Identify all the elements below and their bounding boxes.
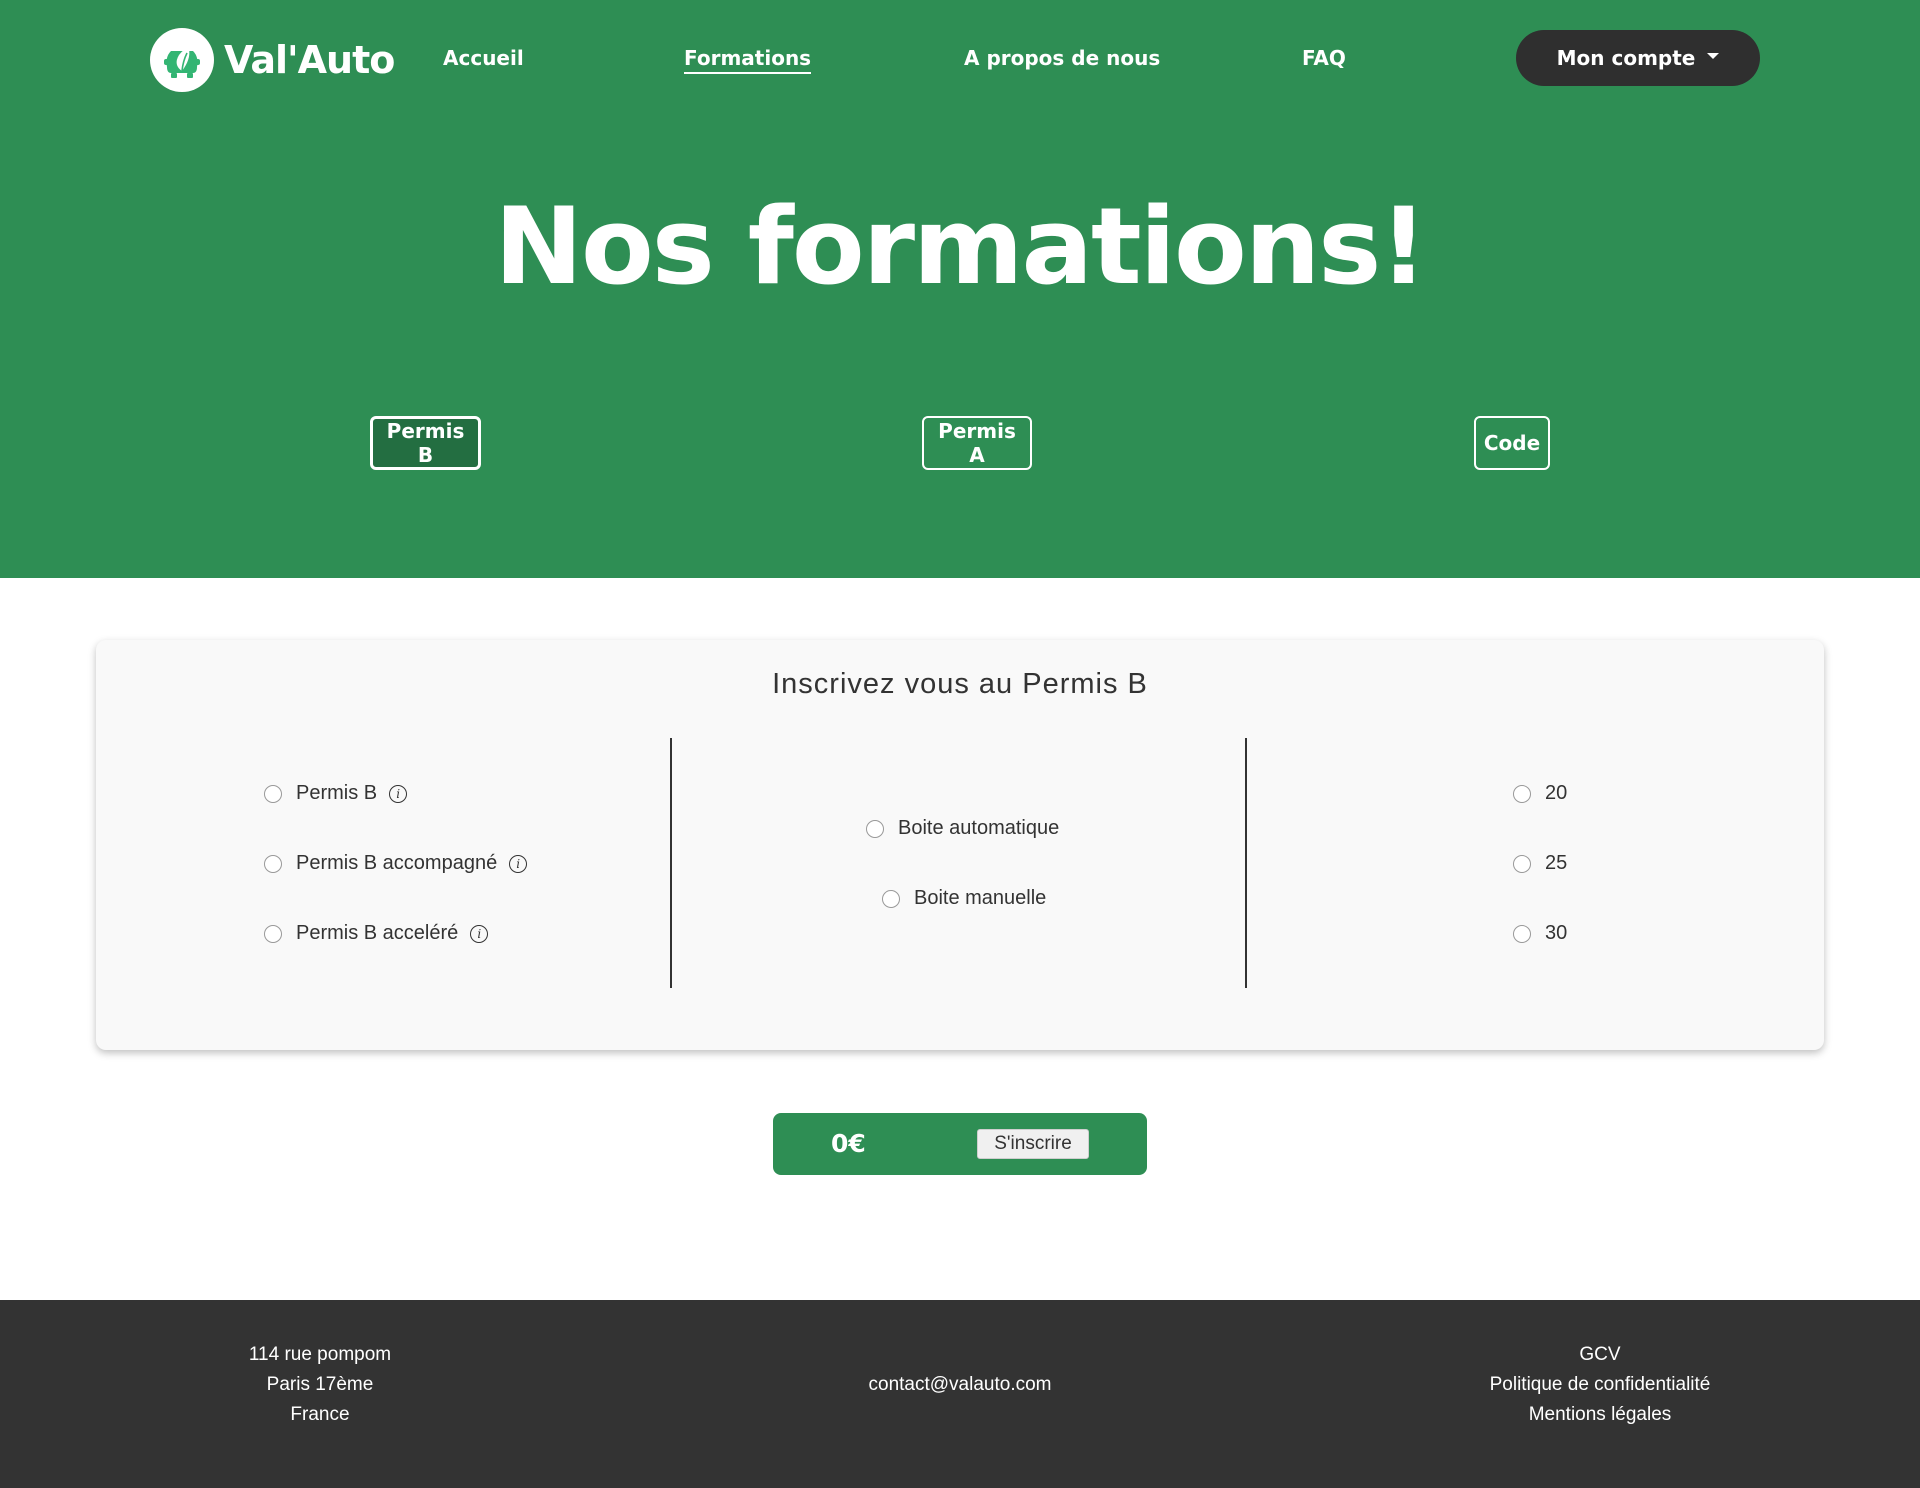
brand-name: Val'Auto [224,38,395,82]
page-title: Nos formations! [494,185,1427,308]
option-label: 25 [1545,852,1568,874]
contact-email-link[interactable]: contact@valauto.com [760,1370,1160,1400]
option-label: Boite manuelle [914,887,1047,909]
option-label: Permis B [296,782,378,804]
footer-link-legal[interactable]: Mentions légales [1440,1400,1760,1430]
radio-hours-20[interactable] [1513,784,1531,803]
info-icon[interactable]: i [389,784,408,803]
account-menu-button[interactable]: Mon compte [1516,30,1760,86]
option-label: Permis B acceléré [296,922,459,944]
nav-accueil[interactable]: Accueil [443,46,524,70]
footer-link-gcv[interactable]: GCV [1440,1340,1760,1370]
radio-hours-25[interactable] [1513,854,1531,873]
footer-contact: contact@valauto.com [760,1370,1160,1400]
option-boite-manuelle[interactable]: Boite manuelle [882,887,1046,910]
radio-permis-b[interactable] [264,784,282,803]
radio-boite-automatique[interactable] [866,819,884,838]
footer: 114 rue pompom Paris 17ème France contac… [0,1300,1920,1488]
footer-link-privacy[interactable]: Politique de confidentialité [1440,1370,1760,1400]
option-permis-b-accelere[interactable]: Permis B acceléré i [264,922,489,945]
radio-permis-b-accompagne[interactable] [264,854,282,873]
radio-boite-manuelle[interactable] [882,889,900,908]
footer-links: GCV Politique de confidentialité Mention… [1440,1340,1760,1430]
radio-permis-b-accelere[interactable] [264,924,282,943]
option-hours-20[interactable]: 20 [1513,782,1567,805]
checkout-bar: 0€ S'inscrire [773,1113,1147,1175]
footer-address: 114 rue pompom Paris 17ème France [220,1340,420,1430]
option-permis-b-accompagne[interactable]: Permis B accompagné i [264,852,528,875]
option-label: 20 [1545,782,1568,804]
account-label: Mon compte [1556,46,1696,70]
info-icon[interactable]: i [470,924,489,943]
address-line: 114 rue pompom [248,1344,392,1365]
price-value: 0€ [831,1129,866,1158]
info-icon[interactable]: i [509,854,528,873]
leaf-car-icon [150,28,214,92]
nav-faq[interactable]: FAQ [1302,46,1346,70]
nav-formations[interactable]: Formations [684,46,812,74]
option-label: Permis B accompagné [296,852,498,874]
tab-code[interactable]: Code [1474,416,1550,470]
brand-logo[interactable]: Val'Auto [150,28,395,92]
option-hours-30[interactable]: 30 [1513,922,1567,945]
option-label: 30 [1545,922,1568,944]
form-title: Inscrivez vous au Permis B [772,668,1148,700]
hero-header: Val'Auto Accueil Formations A propos de … [0,0,1920,578]
nav-a-propos[interactable]: A propos de nous [964,46,1160,70]
tab-permis-a[interactable]: Permis A [922,416,1032,470]
address-line: Paris 17ème [266,1374,374,1395]
column-divider [1245,738,1247,988]
radio-hours-30[interactable] [1513,924,1531,943]
tab-permis-b[interactable]: Permis B [370,416,481,470]
option-hours-25[interactable]: 25 [1513,852,1567,875]
signup-button[interactable]: S'inscrire [977,1129,1089,1159]
option-permis-b[interactable]: Permis B i [264,782,408,805]
registration-card: Inscrivez vous au Permis B Permis B i Pe… [96,640,1824,1050]
chevron-down-icon [1707,53,1720,59]
option-boite-automatique[interactable]: Boite automatique [866,817,1059,840]
option-label: Boite automatique [898,817,1060,839]
column-divider [670,738,672,988]
address-line: France [290,1404,350,1425]
